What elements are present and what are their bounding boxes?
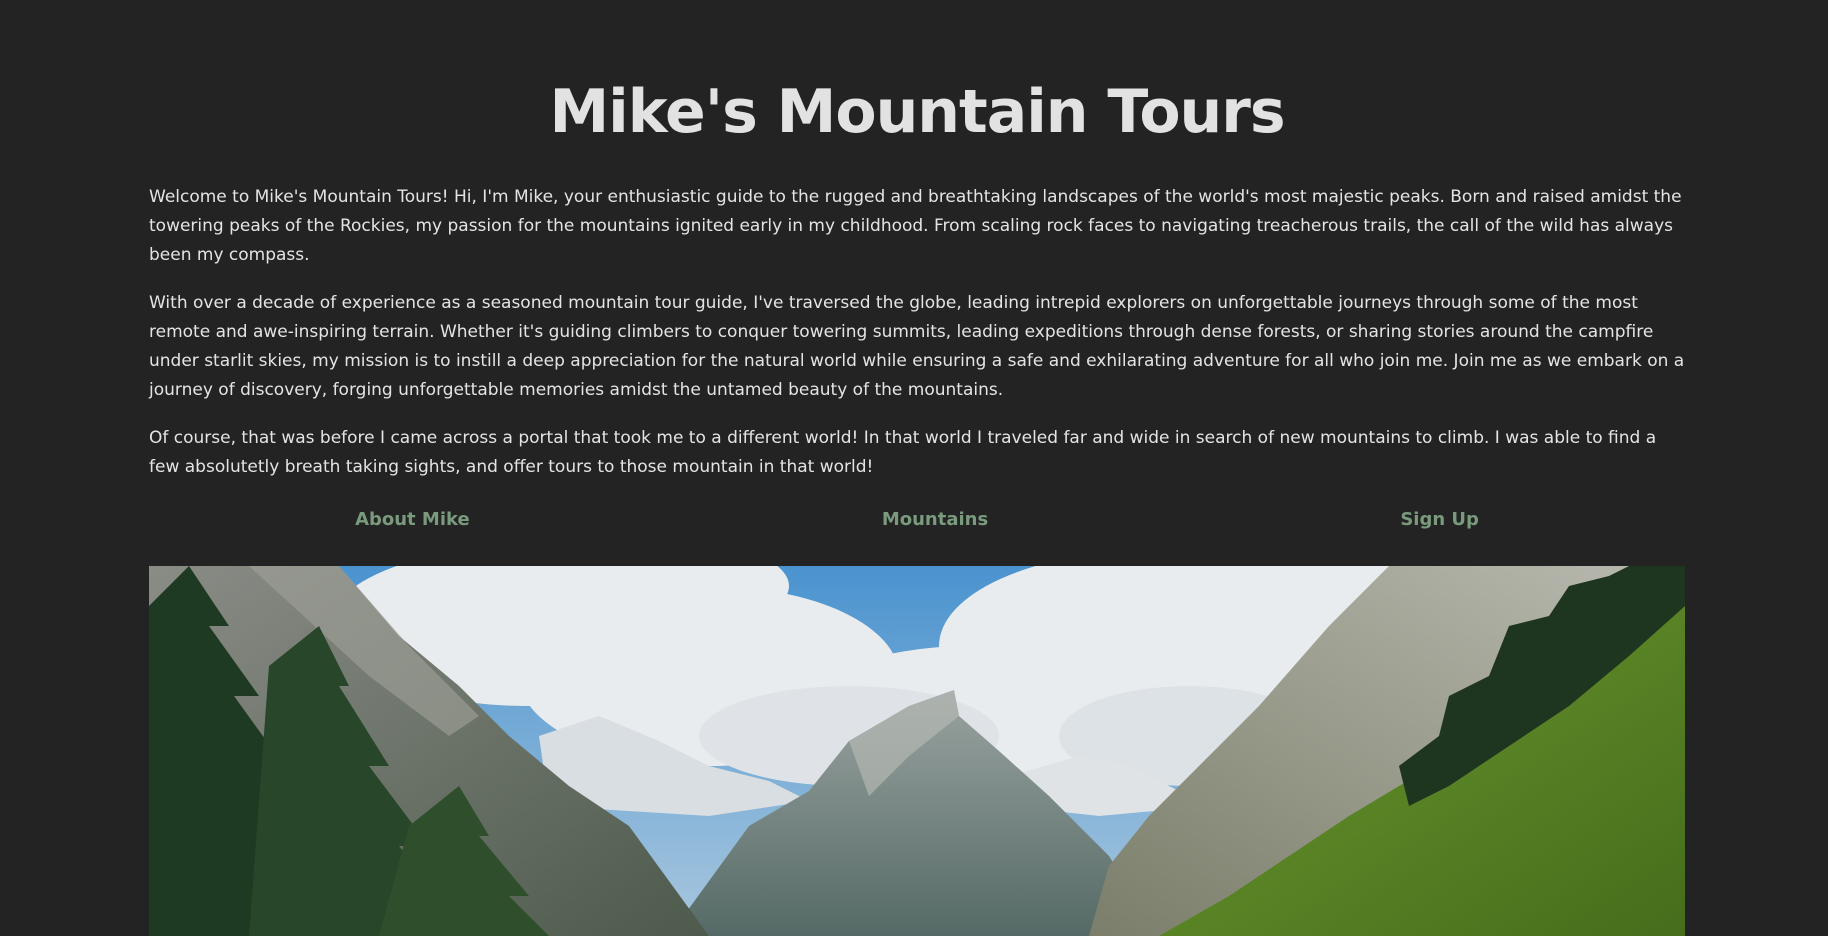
- intro-paragraph-3: Of course, that was before I came across…: [149, 428, 1657, 477]
- nav-link-mountains[interactable]: Mountains: [882, 509, 988, 530]
- main-nav: About Mike Mountains Sign Up: [149, 503, 1685, 536]
- intro-paragraph-2: With over a decade of experience as a se…: [149, 293, 1685, 400]
- intro-paragraph-1: Welcome to Mike's Mountain Tours! Hi, I'…: [149, 187, 1682, 265]
- nav-link-about-mike[interactable]: About Mike: [355, 509, 470, 530]
- mountain-valley-illustration: [149, 566, 1685, 936]
- hero-mountain-image: [149, 566, 1685, 936]
- page-title: Mike's Mountain Tours: [549, 77, 1285, 147]
- intro-section: Welcome to Mike's Mountain Tours! Hi, I'…: [149, 183, 1685, 482]
- nav-link-sign-up[interactable]: Sign Up: [1400, 509, 1479, 530]
